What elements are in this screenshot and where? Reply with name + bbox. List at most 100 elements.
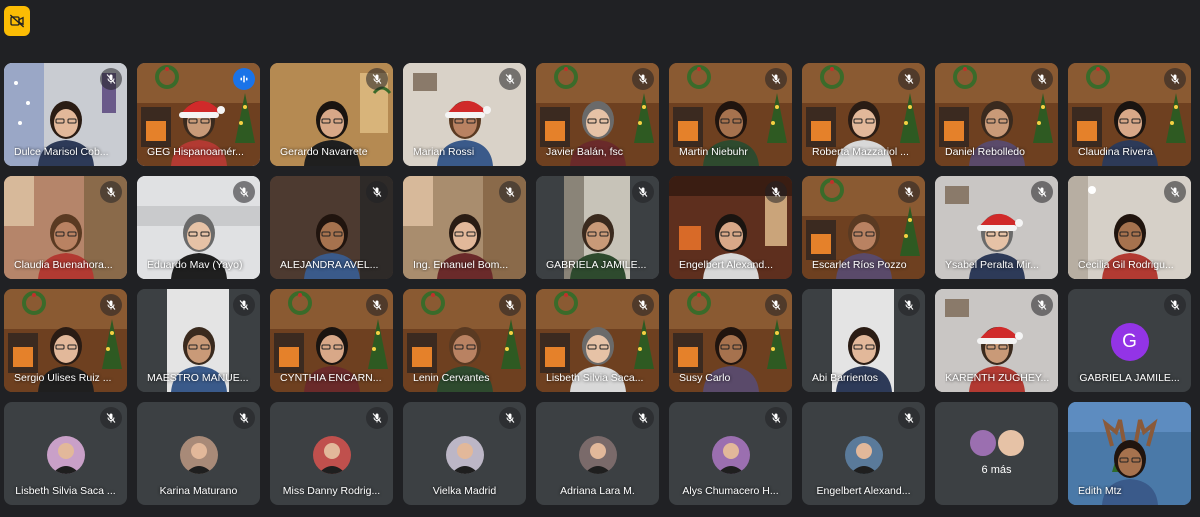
participant-tile[interactable]: Edith Mtz	[1068, 402, 1191, 505]
participant-name: Javier Balán, fsc	[546, 146, 624, 158]
mic-off-icon[interactable]	[765, 294, 787, 316]
participant-tile[interactable]: GABRIELA JAMILE...	[536, 176, 659, 279]
participant-name: Roberta Mazzariol ...	[812, 146, 909, 158]
mic-off-icon[interactable]	[100, 407, 122, 429]
participant-tile[interactable]: MAESTRO MANUE...	[137, 289, 260, 392]
participant-tile[interactable]: Gerardo Navarrete	[270, 63, 393, 166]
participant-tile[interactable]: Roberta Mazzariol ...	[802, 63, 925, 166]
participant-tile[interactable]: KARENTH ZUGHEY...	[935, 289, 1058, 392]
participant-name: KARENTH ZUGHEY...	[945, 372, 1050, 384]
participant-tile[interactable]: Ysabel Peralta Mir...	[935, 176, 1058, 279]
mic-off-icon[interactable]	[1031, 181, 1053, 203]
participant-name: GEG Hispanoamér...	[147, 146, 244, 158]
mini-avatar	[967, 428, 998, 458]
mic-off-icon[interactable]	[632, 181, 654, 203]
participant-tile[interactable]: Abi Barrientos	[802, 289, 925, 392]
participant-name: Edith Mtz	[1078, 485, 1122, 497]
participant-name: Daniel Rebolledo	[945, 146, 1025, 158]
participant-tile[interactable]: Javier Balán, fsc	[536, 63, 659, 166]
mic-off-icon[interactable]	[1164, 294, 1186, 316]
mic-off-icon[interactable]	[100, 68, 122, 90]
participant-name: Lisbeth Silvia Saca...	[546, 372, 644, 384]
mic-off-icon[interactable]	[632, 294, 654, 316]
mic-off-icon[interactable]	[100, 294, 122, 316]
participant-name: GABRIELA JAMILE...	[1079, 372, 1180, 384]
participant-tile[interactable]: Marian Rossi	[403, 63, 526, 166]
participant-tile[interactable]: Engelbert Alexand...	[802, 402, 925, 505]
mic-off-icon[interactable]	[898, 294, 920, 316]
mic-off-icon[interactable]	[898, 181, 920, 203]
participant-tile[interactable]: Cecilia Gil Rodrigu...	[1068, 176, 1191, 279]
participant-tile[interactable]: Alys Chumacero H...	[669, 402, 792, 505]
profile-avatar	[844, 436, 883, 474]
participant-name: Martin Niebuhr	[679, 146, 748, 158]
participant-tile[interactable]: Adriana Lara M.	[536, 402, 659, 505]
speaking-indicator-icon	[233, 68, 255, 90]
participant-name: Marian Rossi	[413, 146, 475, 158]
more-participants-label[interactable]: 6 más	[935, 464, 1058, 476]
participant-name: Lenin Cervantes	[413, 372, 490, 384]
mic-off-icon[interactable]	[1164, 181, 1186, 203]
mic-off-icon[interactable]	[499, 68, 521, 90]
mic-off-icon[interactable]	[632, 68, 654, 90]
participant-tile[interactable]: CYNTHIA ENCARN...	[270, 289, 393, 392]
profile-avatar	[46, 436, 85, 474]
participant-tile[interactable]: Dulce Marisol Cob...	[4, 63, 127, 166]
mic-off-icon[interactable]	[898, 68, 920, 90]
participant-tile[interactable]: G GABRIELA JAMILE...	[1068, 289, 1191, 392]
participant-name: MAESTRO MANUE...	[147, 372, 249, 384]
mic-off-icon[interactable]	[1031, 294, 1053, 316]
participant-tile[interactable]: Escarlet Ríos Pozzo	[802, 176, 925, 279]
participant-tile[interactable]: Lenin Cervantes	[403, 289, 526, 392]
mic-off-icon[interactable]	[765, 181, 787, 203]
participant-tile[interactable]: Miss Danny Rodrig...	[270, 402, 393, 505]
participant-tile[interactable]: ALEJANDRA AVEL...	[270, 176, 393, 279]
participant-tile[interactable]: Karina Maturano	[137, 402, 260, 505]
participant-tile[interactable]: Ing. Emanuel Bom...	[403, 176, 526, 279]
participant-name: GABRIELA JAMILE...	[546, 259, 647, 271]
mic-off-icon[interactable]	[1164, 68, 1186, 90]
participant-name: ALEJANDRA AVEL...	[280, 259, 379, 271]
mic-off-icon[interactable]	[100, 181, 122, 203]
mic-off-icon[interactable]	[233, 181, 255, 203]
mic-off-icon[interactable]	[366, 68, 388, 90]
mic-off-icon[interactable]	[499, 294, 521, 316]
mic-off-icon[interactable]	[233, 294, 255, 316]
participant-name: Engelbert Alexand...	[679, 259, 773, 271]
mic-off-icon[interactable]	[1031, 68, 1053, 90]
participant-name: CYNTHIA ENCARN...	[280, 372, 382, 384]
camera-off-button[interactable]	[4, 6, 30, 36]
mic-off-icon[interactable]	[499, 407, 521, 429]
mic-off-icon[interactable]	[499, 181, 521, 203]
mic-off-icon[interactable]	[366, 294, 388, 316]
profile-avatar	[578, 436, 617, 474]
letter-avatar: G	[1110, 323, 1149, 361]
participant-tile[interactable]: Claudina Rivera	[1068, 63, 1191, 166]
participant-tile[interactable]: 6 más	[935, 402, 1058, 505]
participant-name: Vielka Madrid	[432, 485, 497, 497]
profile-avatar	[445, 436, 484, 474]
participant-name: Gerardo Navarrete	[280, 146, 368, 158]
participant-tile[interactable]: GEG Hispanoamér...	[137, 63, 260, 166]
participant-tile[interactable]: Sergio Ulises Ruiz ...	[4, 289, 127, 392]
participant-tile[interactable]: Engelbert Alexand...	[669, 176, 792, 279]
mic-off-icon[interactable]	[765, 407, 787, 429]
participant-tile[interactable]: Lisbeth Silvia Saca...	[536, 289, 659, 392]
mic-off-icon[interactable]	[366, 181, 388, 203]
mic-off-icon[interactable]	[898, 407, 920, 429]
participant-tile[interactable]: Lisbeth Silvia Saca ...	[4, 402, 127, 505]
participant-tile[interactable]: Susy Carlo	[669, 289, 792, 392]
participant-name: Ysabel Peralta Mir...	[945, 259, 1039, 271]
participant-name: Sergio Ulises Ruiz ...	[14, 372, 112, 384]
participant-tile[interactable]: Martin Niebuhr	[669, 63, 792, 166]
participant-tile[interactable]: Claudia Buenahora...	[4, 176, 127, 279]
mic-off-icon[interactable]	[765, 68, 787, 90]
participant-tile[interactable]: Vielka Madrid	[403, 402, 526, 505]
participant-tile[interactable]: Eduardo Mav (Yayo)	[137, 176, 260, 279]
mic-off-icon[interactable]	[632, 407, 654, 429]
mic-off-icon[interactable]	[366, 407, 388, 429]
mic-off-icon[interactable]	[233, 407, 255, 429]
participant-tile[interactable]: Daniel Rebolledo	[935, 63, 1058, 166]
participant-name: Ing. Emanuel Bom...	[413, 259, 509, 271]
participant-name: Cecilia Gil Rodrigu...	[1078, 259, 1174, 271]
